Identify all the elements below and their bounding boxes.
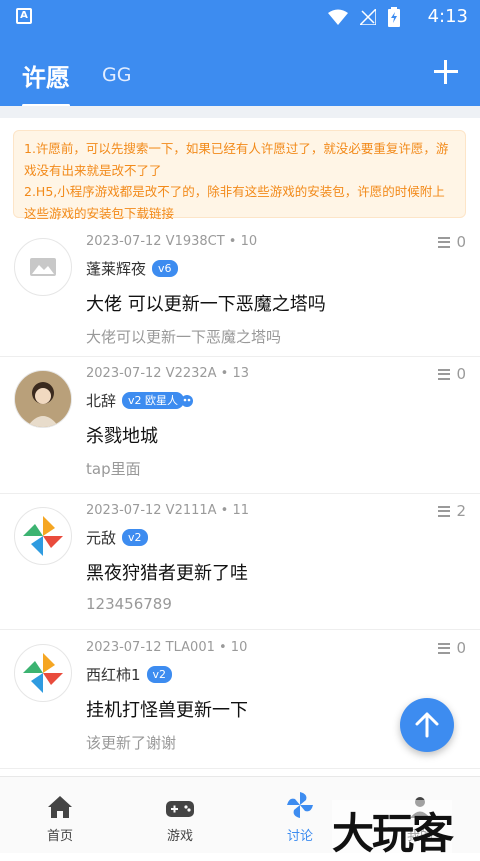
- post-body: tap里面: [86, 460, 141, 478]
- nav-games[interactable]: 游戏: [140, 791, 220, 844]
- arrow-up-icon: [415, 712, 439, 738]
- post-body: 大佬可以更新一下恶魔之塔吗: [86, 328, 282, 346]
- reply-count: 2: [438, 502, 466, 520]
- status-icons: [328, 7, 400, 27]
- gamepad-icon: [166, 801, 194, 817]
- wifi-icon: [328, 9, 348, 25]
- username-row: 西红柿1 v2: [86, 664, 173, 685]
- pinwheel-icon: [287, 792, 313, 818]
- post-meta: 2023-07-12 TLA001 • 10: [86, 640, 248, 655]
- reply-count: 0: [438, 639, 466, 657]
- comments-icon: [438, 505, 451, 517]
- username[interactable]: 蓬莱辉夜: [86, 258, 146, 279]
- reply-count-value: 2: [456, 502, 466, 520]
- comments-icon: [438, 236, 451, 248]
- post-item[interactable]: 2023-07-12 V2111A • 11 2 元敌 v2 黑夜狩猎者更新了哇 …: [0, 499, 480, 630]
- nav-home[interactable]: 首页: [20, 791, 100, 844]
- level-badge: v2 欧星人: [122, 392, 185, 409]
- username-row: 元敌 v2: [86, 527, 148, 548]
- scroll-to-top-button[interactable]: [400, 698, 454, 752]
- avatar[interactable]: [14, 370, 72, 428]
- post-title: 杀戮地城: [86, 426, 158, 447]
- reply-count-value: 0: [456, 233, 466, 251]
- post-body: 该更新了谢谢: [86, 734, 177, 752]
- tab-wish[interactable]: 许愿: [22, 58, 70, 107]
- username[interactable]: 西红柿1: [86, 664, 141, 685]
- divider-band: [0, 106, 480, 118]
- status-bar: A 4:13: [0, 0, 480, 34]
- nav-discuss[interactable]: 讨论: [260, 791, 340, 844]
- comments-icon: [438, 368, 451, 380]
- reply-count: 0: [438, 233, 466, 251]
- alien-badge-icon: [181, 394, 194, 407]
- tab-wish-label: 许愿: [22, 64, 70, 92]
- tab-gg-label: GG: [102, 64, 132, 86]
- pinwheel-logo-icon: [23, 516, 63, 556]
- reply-count-value: 0: [456, 639, 466, 657]
- comments-icon: [438, 642, 451, 654]
- post-body: 123456789: [86, 595, 172, 613]
- avatar[interactable]: [14, 238, 72, 296]
- username[interactable]: 北辞: [86, 390, 116, 411]
- app-notification-icon: A: [16, 8, 32, 24]
- top-app-bar: 许愿 GG: [0, 34, 480, 107]
- reply-count: 0: [438, 365, 466, 383]
- notice-box: 1.许愿前，可以先搜索一下，如果已经有人许愿过了，就没必要重复许愿，游戏没有出来…: [13, 130, 466, 221]
- nav-games-label: 游戏: [166, 829, 193, 844]
- level-badge: v2: [122, 529, 148, 546]
- post-meta: 2023-07-12 V2111A • 11: [86, 503, 250, 518]
- pinwheel-logo-icon: [23, 653, 63, 693]
- plus-icon[interactable]: [434, 60, 458, 84]
- notice-line-2: 2.H5,小程序游戏都是改不了的，除非有这些游戏的安装包，许愿的时候附上这些游戏…: [24, 184, 445, 221]
- image-placeholder-icon: [30, 258, 56, 276]
- post-title: 黑夜狩猎者更新了哇: [86, 563, 248, 584]
- notice-line-1: 1.许愿前，可以先搜索一下，如果已经有人许愿过了，就没必要重复许愿，游戏没有出来…: [24, 141, 449, 178]
- post-meta: 2023-07-12 V2232A • 13: [86, 366, 250, 381]
- home-icon: [48, 796, 72, 818]
- post-title: 大佬 可以更新一下恶魔之塔吗: [86, 294, 326, 315]
- tab-gg[interactable]: GG: [102, 64, 131, 86]
- avatar[interactable]: [14, 507, 72, 565]
- clock: 4:13: [427, 6, 468, 27]
- reply-count-value: 0: [456, 365, 466, 383]
- battery-charging-icon: [388, 7, 400, 27]
- level-badge: v2: [146, 666, 173, 683]
- post-title: 挂机打怪兽更新一下: [86, 700, 248, 721]
- user-photo-icon: [15, 371, 71, 427]
- nav-discuss-label: 讨论: [286, 829, 313, 844]
- avatar[interactable]: [14, 644, 72, 702]
- no-signal-icon: [360, 9, 376, 25]
- level-badge: v6: [152, 260, 178, 277]
- post-item[interactable]: 2023-07-12 V1938CT • 10 0 蓬莱辉夜 v6 大佬 可以更新…: [0, 230, 480, 357]
- username-row: 北辞 v2 欧星人: [86, 390, 194, 411]
- username[interactable]: 元敌: [86, 527, 116, 548]
- post-item[interactable]: 2023-07-12 V2232A • 13 0 北辞 v2 欧星人 杀戮地城 t…: [0, 362, 480, 494]
- nav-home-label: 首页: [46, 829, 73, 844]
- post-meta: 2023-07-12 V1938CT • 10: [86, 234, 258, 249]
- username-row: 蓬莱辉夜 v6: [86, 258, 178, 279]
